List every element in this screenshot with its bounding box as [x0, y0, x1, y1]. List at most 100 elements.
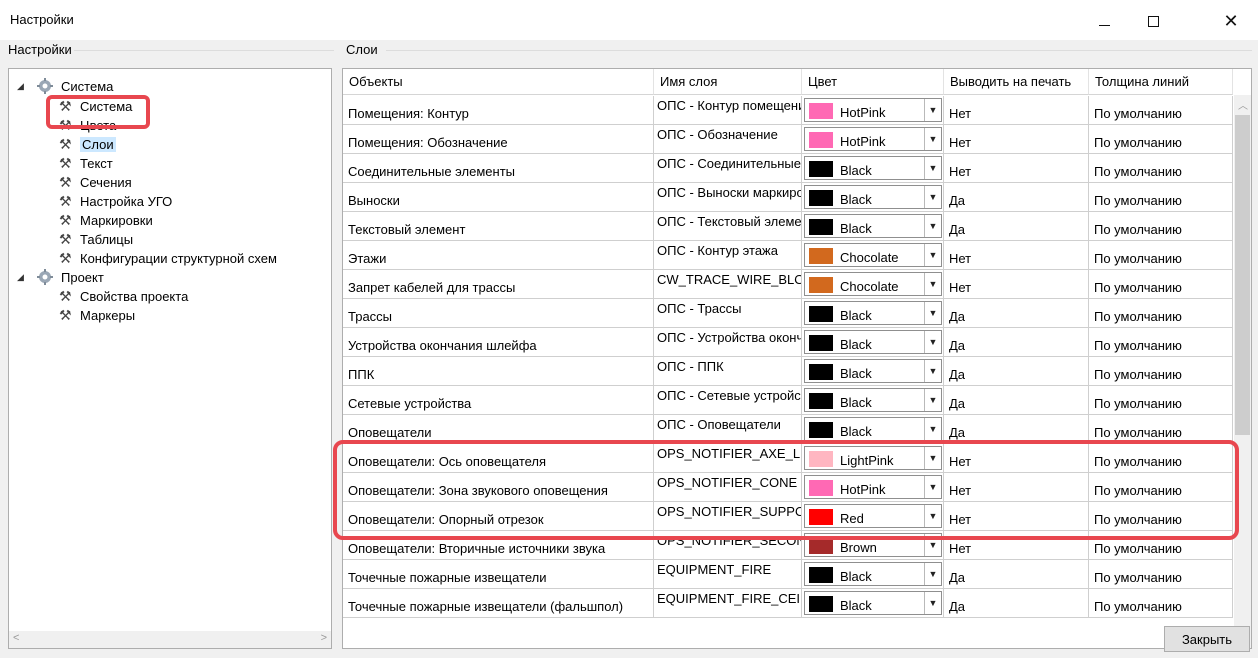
table-row[interactable]: Запрет кабелей для трассы CW_TRACE_WIRE_B… [343, 270, 1233, 299]
header-print[interactable]: Выводить на печать [944, 69, 1089, 95]
print-cell[interactable]: Нет [944, 125, 1089, 154]
layer-name-cell[interactable]: ОПС - Соединительные [654, 154, 802, 183]
line-width-cell[interactable]: По умолчанию [1089, 473, 1233, 502]
table-row[interactable]: Устройства окончания шлейфа ОПС - Устройс… [343, 328, 1233, 357]
color-cell[interactable]: Brown ▼ [802, 531, 944, 560]
tree-item[interactable]: ⚒ Цвета [59, 115, 116, 135]
table-row[interactable]: Оповещатели: Ось оповещателя OPS_NOTIFIER… [343, 444, 1233, 473]
table-row[interactable]: ППК ОПС - ППК Black ▼ Да По умолчанию [343, 357, 1233, 386]
chevron-down-icon[interactable]: ▼ [924, 476, 941, 498]
tree-item[interactable]: ⚒ Свойства проекта [59, 286, 188, 306]
color-dropdown[interactable]: HotPink ▼ [804, 127, 942, 151]
table-row[interactable]: Точечные пожарные извещатели (фальшпол) E… [343, 589, 1233, 618]
table-row[interactable]: Оповещатели: Опорный отрезок OPS_NOTIFIER… [343, 502, 1233, 531]
line-width-cell[interactable]: По умолчанию [1089, 560, 1233, 589]
grid-vertical-scrollbar[interactable]: ︿ ﹀ [1234, 95, 1251, 648]
expand-arrow-icon[interactable]: ◢ [17, 81, 29, 92]
print-cell[interactable]: Да [944, 328, 1089, 357]
tree-item[interactable]: ⚒ Слои [59, 134, 116, 154]
color-dropdown[interactable]: Brown ▼ [804, 533, 942, 557]
chevron-down-icon[interactable]: ▼ [924, 157, 941, 179]
chevron-down-icon[interactable]: ▼ [924, 244, 941, 266]
layer-name-cell[interactable]: ОПС - ППК [654, 357, 802, 386]
color-dropdown[interactable]: Black ▼ [804, 301, 942, 325]
color-cell[interactable]: Black ▼ [802, 589, 944, 618]
layer-name-cell[interactable]: CW_TRACE_WIRE_BLOCK [654, 270, 802, 299]
layer-name-cell[interactable]: ОПС - Обозначение [654, 125, 802, 154]
table-row[interactable]: Оповещатели: Зона звукового оповещения OP… [343, 473, 1233, 502]
line-width-cell[interactable]: По умолчанию [1089, 270, 1233, 299]
table-row[interactable]: Этажи ОПС - Контур этажа Chocolate ▼ Нет По у… [343, 241, 1233, 270]
print-cell[interactable]: Нет [944, 531, 1089, 560]
line-width-cell[interactable]: По умолчанию [1089, 212, 1233, 241]
color-cell[interactable]: HotPink ▼ [802, 473, 944, 502]
chevron-down-icon[interactable]: ▼ [924, 128, 941, 150]
header-objects[interactable]: Объекты [343, 69, 654, 95]
layer-name-cell[interactable]: OPS_NOTIFIER_SECONDARY [654, 531, 802, 560]
tree-item[interactable]: ◢ Проект [17, 267, 104, 287]
color-dropdown[interactable]: Red ▼ [804, 504, 942, 528]
print-cell[interactable]: Нет [944, 270, 1089, 299]
print-cell[interactable]: Да [944, 183, 1089, 212]
color-dropdown[interactable]: Black ▼ [804, 388, 942, 412]
color-dropdown[interactable]: Black ▼ [804, 562, 942, 586]
chevron-down-icon[interactable]: ▼ [924, 331, 941, 353]
table-row[interactable]: Оповещатели: Вторичные источники звука OP… [343, 531, 1233, 560]
color-cell[interactable]: Black ▼ [802, 415, 944, 444]
chevron-down-icon[interactable]: ▼ [924, 389, 941, 411]
tree-item[interactable]: ⚒ Система [59, 96, 132, 116]
layer-name-cell[interactable]: EQUIPMENT_FIRE_CEIL [654, 589, 802, 618]
scroll-up-icon[interactable]: ︿ [1238, 97, 1248, 112]
tree-item[interactable]: ⚒ Таблицы [59, 229, 133, 249]
table-row[interactable]: ВыноскиОПС - Выноски маркировки Black ▼ДаП… [343, 183, 1233, 212]
line-width-cell[interactable]: По умолчанию [1089, 96, 1233, 125]
color-cell[interactable]: Black ▼ [802, 560, 944, 589]
layer-name-cell[interactable]: ОПС - Контур этажа [654, 241, 802, 270]
layer-name-cell[interactable]: OPS_NOTIFIER_CONE [654, 473, 802, 502]
close-window-button[interactable]: ✕ [1208, 6, 1254, 36]
print-cell[interactable]: Нет [944, 241, 1089, 270]
header-layer-name[interactable]: Имя слоя [654, 69, 802, 95]
chevron-down-icon[interactable]: ▼ [924, 186, 941, 208]
color-cell[interactable]: Black ▼ [802, 154, 944, 183]
print-cell[interactable]: Да [944, 386, 1089, 415]
color-cell[interactable]: Black ▼ [802, 328, 944, 357]
line-width-cell[interactable]: По умолчанию [1089, 299, 1233, 328]
line-width-cell[interactable]: По умолчанию [1089, 531, 1233, 560]
color-cell[interactable]: HotPink ▼ [802, 125, 944, 154]
layer-name-cell[interactable]: EQUIPMENT_FIRE [654, 560, 802, 589]
color-dropdown[interactable]: LightPink ▼ [804, 446, 942, 470]
layers-grid[interactable]: ︿ ﹀ ОбъектыИмя слояЦветВыводить на печат… [342, 68, 1252, 649]
line-width-cell[interactable]: По умолчанию [1089, 589, 1233, 618]
chevron-down-icon[interactable]: ▼ [924, 215, 941, 237]
color-dropdown[interactable]: Black ▼ [804, 156, 942, 180]
tree-item[interactable]: ⚒ Текст [59, 153, 113, 173]
color-cell[interactable]: Red ▼ [802, 502, 944, 531]
color-cell[interactable]: Black ▼ [802, 386, 944, 415]
header-color[interactable]: Цвет [802, 69, 944, 95]
color-cell[interactable]: HotPink ▼ [802, 96, 944, 125]
layer-name-cell[interactable]: ОПС - Выноски маркировки [654, 183, 802, 212]
print-cell[interactable]: Нет [944, 96, 1089, 125]
tree-item[interactable]: ⚒ Конфигурации структурной схем [59, 248, 277, 268]
layer-name-cell[interactable]: ОПС - Сетевые устройства [654, 386, 802, 415]
line-width-cell[interactable]: По умолчанию [1089, 444, 1233, 473]
settings-tree[interactable]: < > ◢ Система ⚒ Система ⚒ Цвета ⚒ Слои ⚒ Текст ⚒ Се… [8, 68, 332, 649]
layer-name-cell[interactable]: ОПС - Контур помещения [654, 96, 802, 125]
color-dropdown[interactable]: Black ▼ [804, 330, 942, 354]
color-dropdown[interactable]: Chocolate ▼ [804, 272, 942, 296]
print-cell[interactable]: Да [944, 212, 1089, 241]
chevron-down-icon[interactable]: ▼ [924, 563, 941, 585]
color-cell[interactable]: Chocolate ▼ [802, 270, 944, 299]
color-cell[interactable]: Black ▼ [802, 299, 944, 328]
color-cell[interactable]: Black ▼ [802, 357, 944, 386]
layer-name-cell[interactable]: OPS_NOTIFIER_AXE_LINE [654, 444, 802, 473]
chevron-down-icon[interactable]: ▼ [924, 302, 941, 324]
table-row[interactable]: Помещения: Обозначение ОПС - Обозначение H… [343, 125, 1233, 154]
minimize-button[interactable] [1081, 6, 1127, 36]
chevron-down-icon[interactable]: ▼ [924, 505, 941, 527]
chevron-down-icon[interactable]: ▼ [924, 418, 941, 440]
tree-item[interactable]: ◢ Система [17, 76, 113, 96]
print-cell[interactable]: Да [944, 589, 1089, 618]
table-row[interactable]: Текстовый элемент ОПС - Текстовый элемент… [343, 212, 1233, 241]
